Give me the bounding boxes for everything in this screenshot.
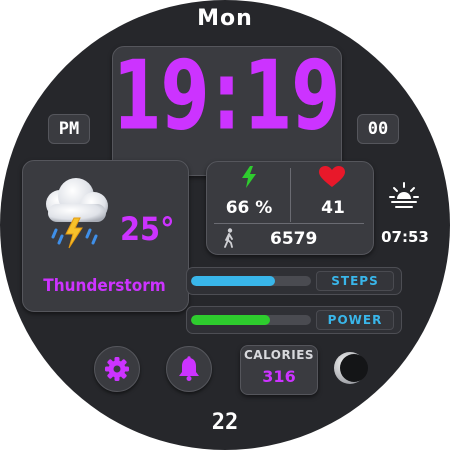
steps-progress-track bbox=[191, 276, 311, 286]
heart-rate-value: 41 bbox=[321, 198, 345, 218]
time-separator: : bbox=[212, 42, 240, 152]
walking-person-icon bbox=[224, 228, 233, 248]
seconds-display: 00 bbox=[357, 114, 399, 144]
calories-label: CALORIES bbox=[243, 348, 315, 362]
stats-divider-vertical bbox=[290, 168, 291, 222]
lightning-bolt-icon bbox=[242, 166, 256, 188]
stats-divider-horizontal bbox=[214, 223, 364, 224]
day-of-week: Mon bbox=[197, 6, 253, 31]
alarm-button[interactable] bbox=[166, 346, 212, 392]
bell-icon bbox=[179, 356, 199, 381]
gear-icon bbox=[105, 357, 129, 381]
temperature: 25° bbox=[120, 210, 175, 248]
heart-icon bbox=[319, 166, 345, 187]
power-progress-fill bbox=[191, 315, 271, 325]
time-display: 19:19 bbox=[112, 42, 340, 152]
sunrise-time: 07:53 bbox=[381, 228, 429, 246]
sunrise-icon bbox=[389, 182, 419, 208]
power-progress-track bbox=[191, 315, 311, 325]
time-minutes: 19 bbox=[243, 42, 341, 152]
weather-condition: Thunderstorm bbox=[43, 276, 166, 296]
watch-face: Mon 19:19 PM 00 25° Thunderstorm 66 % 41… bbox=[0, 0, 450, 450]
settings-button[interactable] bbox=[94, 346, 140, 392]
thunderstorm-cloud-icon bbox=[46, 178, 108, 249]
steps-value: 6579 bbox=[270, 229, 318, 249]
calories-value: 316 bbox=[262, 367, 296, 386]
steps-progress-fill bbox=[191, 276, 275, 286]
power-bar-label: POWER bbox=[316, 310, 394, 330]
battery-value: 66 % bbox=[225, 198, 273, 218]
steps-bar-label: STEPS bbox=[316, 271, 394, 291]
time-hours: 19 bbox=[112, 42, 210, 152]
moon-phase-icon bbox=[334, 352, 368, 384]
date-day: 22 bbox=[211, 410, 239, 435]
ampm-indicator: PM bbox=[48, 114, 90, 144]
